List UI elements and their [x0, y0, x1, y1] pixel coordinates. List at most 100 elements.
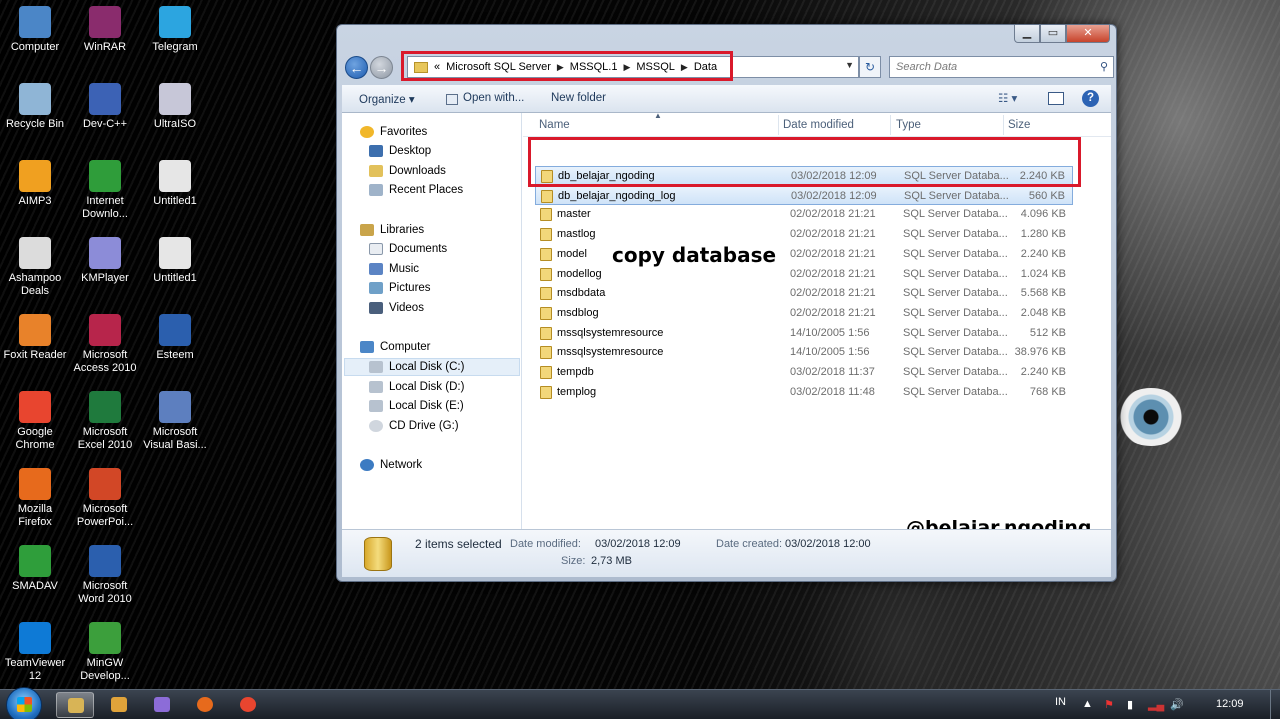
file-row[interactable]: templog 03/02/2018 11:48 SQL Server Databa… — [535, 383, 1073, 402]
desktop-icon-item[interactable]: WinRAR — [70, 6, 140, 54]
taskbar-app-button[interactable] — [186, 692, 224, 718]
organize-button[interactable]: Organize ▾ — [359, 92, 415, 106]
desktop-icon-item[interactable]: KMPlayer — [70, 237, 140, 285]
column-name[interactable]: Name — [539, 119, 570, 131]
file-name: model — [557, 247, 587, 260]
back-button[interactable]: ← — [345, 56, 368, 79]
nav-network[interactable]: Network — [360, 456, 422, 474]
refresh-button[interactable]: ↻ — [859, 56, 881, 78]
breadcrumb-overflow[interactable]: « — [434, 61, 440, 73]
show-desktop-button[interactable] — [1270, 690, 1280, 719]
desktop-icon-item[interactable]: Recycle Bin — [0, 83, 70, 131]
address-dropdown-icon[interactable]: ▼ — [845, 60, 854, 70]
taskbar-app-button[interactable] — [143, 692, 181, 718]
desktop-icon-item[interactable]: Untitled1 — [140, 237, 210, 285]
sort-indicator-icon: ▲ — [654, 111, 662, 120]
file-row[interactable]: mastlog 02/02/2018 21:21 SQL Server Databa… — [535, 225, 1073, 244]
start-button[interactable] — [6, 687, 42, 719]
desktop-icon-item[interactable]: Esteem — [140, 314, 210, 362]
forward-button[interactable]: → — [370, 56, 393, 79]
close-button[interactable]: ✕ — [1066, 25, 1110, 43]
windows-logo-icon — [17, 697, 32, 712]
new-folder-button[interactable]: New folder — [551, 92, 606, 104]
open-with-button[interactable]: Open with... — [463, 92, 524, 104]
nav-libraries[interactable]: Libraries — [360, 221, 424, 239]
nav-local-disk-e[interactable]: Local Disk (E:) — [369, 397, 464, 415]
network-status-icon[interactable]: ▂▄ — [1148, 698, 1164, 711]
desktop-icon-item[interactable]: Telegram — [140, 6, 210, 54]
taskbar-app-button[interactable] — [229, 692, 267, 718]
maximize-button[interactable]: ▭ — [1040, 25, 1066, 43]
nav-cd-drive[interactable]: CD Drive (G:) — [369, 417, 459, 435]
column-size[interactable]: Size — [1008, 119, 1030, 131]
preview-pane-icon[interactable] — [1048, 92, 1064, 105]
nav-computer[interactable]: Computer — [360, 338, 431, 356]
battery-icon[interactable]: ▮ — [1127, 698, 1133, 711]
search-icon[interactable]: ⚲ — [1100, 60, 1108, 73]
file-row[interactable]: tempdb 03/02/2018 11:37 SQL Server Databa.… — [535, 363, 1073, 382]
column-type[interactable]: Type — [896, 119, 921, 131]
nav-documents[interactable]: Documents — [369, 240, 447, 258]
breadcrumb-chevron-icon[interactable]: ▶ — [681, 62, 688, 73]
desktop-icon-item[interactable]: Internet Downlo... — [70, 160, 140, 221]
desktop-icon-item[interactable]: Microsoft Access 2010 — [70, 314, 140, 375]
file-size: 4.096 KB — [1020, 208, 1066, 221]
desktop-icon-item[interactable]: Untitled1 — [140, 160, 210, 208]
action-center-icon[interactable]: ⚑ — [1104, 698, 1114, 711]
minimize-button[interactable]: ▁ — [1014, 25, 1040, 43]
desktop-icon-item[interactable]: MinGW Develop... — [70, 622, 140, 683]
address-bar[interactable]: « Microsoft SQL Server ▶ MSSQL.1 ▶ MSSQL ▶ Dat… — [407, 56, 859, 78]
desktop-icon-item[interactable]: Google Chrome — [0, 391, 70, 452]
view-options-icon[interactable]: ☷ ▾ — [998, 91, 1017, 105]
desktop-icon-item[interactable]: AIMP3 — [0, 160, 70, 208]
search-input[interactable]: Search Data ⚲ — [889, 56, 1114, 78]
nav-pictures[interactable]: Pictures — [369, 279, 431, 297]
file-row[interactable]: mssqlsystemresource 14/10/2005 1:56 SQL Se… — [535, 324, 1073, 343]
nav-music[interactable]: Music — [369, 260, 419, 278]
taskbar-app-button[interactable] — [56, 692, 94, 718]
file-row[interactable]: db_belajar_ngoding 03/02/2018 12:09 SQL Se… — [535, 166, 1073, 185]
desktop-icon-item[interactable]: UltraISO — [140, 83, 210, 131]
column-date-modified[interactable]: Date modified — [783, 119, 854, 131]
taskbar-app-button[interactable] — [100, 692, 138, 718]
desktop-icon-item[interactable]: Microsoft Excel 2010 — [70, 391, 140, 452]
nav-desktop[interactable]: Desktop — [369, 142, 431, 160]
show-hidden-icons[interactable]: ▲ — [1082, 698, 1093, 710]
breadcrumb-item[interactable]: MSSQL.1 — [570, 61, 618, 73]
clock[interactable]: 12:09 — [1216, 698, 1244, 710]
nav-local-disk-d[interactable]: Local Disk (D:) — [369, 378, 464, 396]
desktop-icon-item[interactable]: Foxit Reader — [0, 314, 70, 362]
desktop-icon-item[interactable]: Microsoft PowerPoi... — [70, 468, 140, 529]
desktop-icon-item[interactable]: Microsoft Visual Basi... — [140, 391, 210, 452]
desktop-icon-item[interactable]: Computer — [0, 6, 70, 54]
file-row[interactable]: db_belajar_ngoding_log 03/02/2018 12:09 SQ… — [535, 185, 1073, 205]
breadcrumb-item[interactable]: Data — [694, 61, 717, 73]
nav-favorites[interactable]: Favorites — [360, 123, 427, 141]
desktop-icon-item[interactable]: TeamViewer 12 — [0, 622, 70, 683]
desktop-icon-item[interactable]: Dev-C++ — [70, 83, 140, 131]
nav-local-disk-c[interactable]: Local Disk (C:) — [344, 358, 520, 376]
breadcrumb-item[interactable]: Microsoft SQL Server — [446, 61, 551, 73]
file-row[interactable]: msdblog 02/02/2018 21:21 SQL Server Databa… — [535, 304, 1073, 323]
nav-recent-places[interactable]: Recent Places — [369, 181, 463, 199]
file-row[interactable]: master 02/02/2018 21:21 SQL Server Databa.… — [535, 205, 1073, 224]
file-row[interactable]: msdbdata 02/02/2018 21:21 SQL Server Datab… — [535, 284, 1073, 303]
desktop-icon-item[interactable]: Ashampoo Deals — [0, 237, 70, 298]
breadcrumb-chevron-icon[interactable]: ▶ — [557, 62, 564, 73]
language-indicator[interactable]: IN — [1055, 696, 1066, 708]
file-type: SQL Server Databa... — [903, 366, 1008, 378]
nav-downloads[interactable]: Downloads — [369, 162, 446, 180]
breadcrumb-chevron-icon[interactable]: ▶ — [623, 62, 630, 73]
file-name: modellog — [557, 267, 602, 280]
breadcrumb-item[interactable]: MSSQL — [636, 61, 675, 73]
nav-videos[interactable]: Videos — [369, 299, 424, 317]
desktop-icon-item[interactable]: SMADAV — [0, 545, 70, 593]
desktop-icon-label: Computer — [10, 41, 60, 53]
file-row[interactable]: mssqlsystemresource 14/10/2005 1:56 SQL Se… — [535, 343, 1073, 362]
desktop-icon-item[interactable]: Microsoft Word 2010 — [70, 545, 140, 606]
help-icon[interactable]: ? — [1082, 90, 1099, 107]
desktop-icon-item[interactable]: Mozilla Firefox — [0, 468, 70, 529]
file-name: master — [557, 208, 591, 221]
volume-icon[interactable]: 🔊 — [1170, 698, 1184, 711]
file-row[interactable]: modellog 02/02/2018 21:21 SQL Server Datab… — [535, 265, 1073, 284]
